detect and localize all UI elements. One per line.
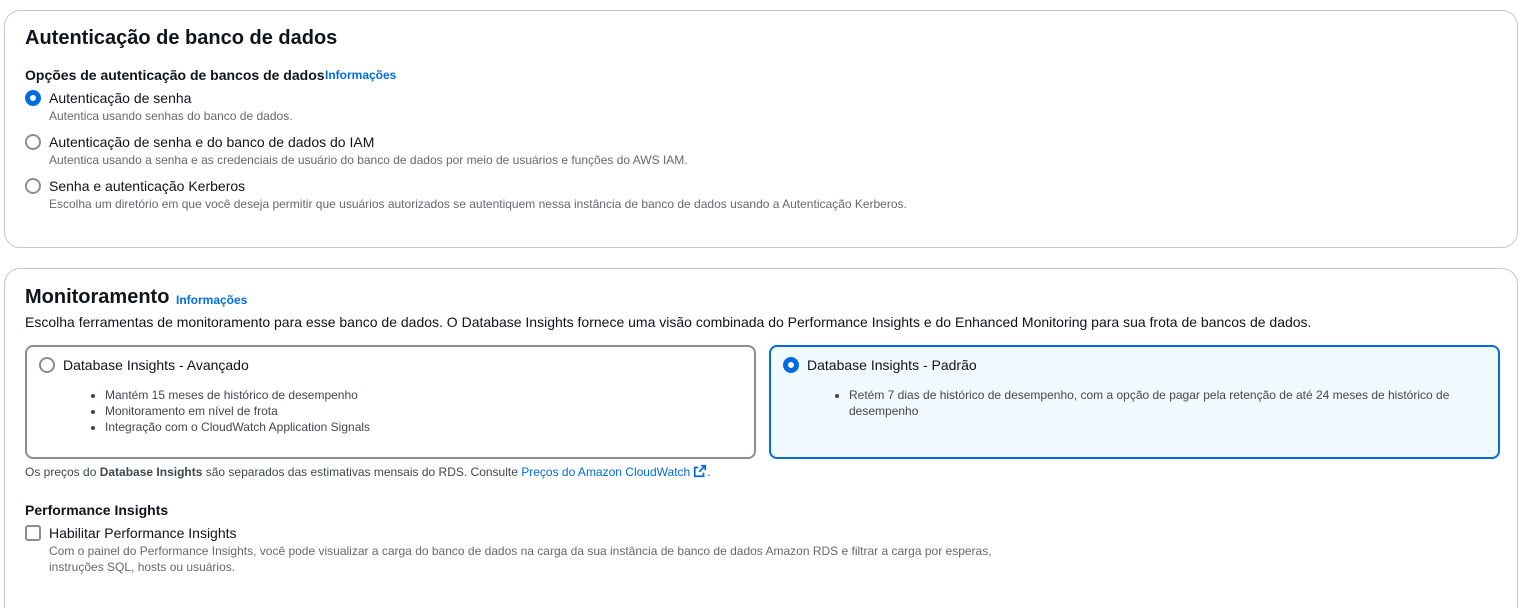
option-label-kerberos-auth[interactable]: Senha e autenticação Kerberos bbox=[49, 178, 245, 194]
performance-insights-desc-line2: instruções SQL, hosts ou usuários. bbox=[49, 560, 236, 574]
monitoring-description: Escolha ferramentas de monitoramento par… bbox=[25, 314, 1312, 330]
tile-label-standard: Database Insights - Padrão bbox=[807, 357, 977, 373]
pricing-note-middle: são separados das estimativas mensais do… bbox=[202, 465, 522, 479]
option-desc-password-auth: Autentica usando senhas do banco de dado… bbox=[49, 109, 293, 123]
monitoring-panel: Monitoramento Informações Escolha ferram… bbox=[4, 268, 1518, 608]
radio-password-auth[interactable] bbox=[25, 90, 41, 106]
tile-bullets-standard: Retém 7 dias de histórico de desempenho,… bbox=[833, 387, 1489, 419]
pricing-note-suffix: . bbox=[707, 465, 711, 479]
performance-insights-heading: Performance Insights bbox=[25, 502, 169, 518]
monitoring-info-link[interactable]: Informações bbox=[176, 293, 247, 307]
radio-database-insights-standard[interactable] bbox=[783, 357, 799, 373]
pricing-note-prefix: Os preços do bbox=[25, 465, 100, 479]
auth-info-link[interactable]: Informações bbox=[325, 68, 396, 82]
cloudwatch-pricing-link-text[interactable]: Preços do Amazon CloudWatch bbox=[521, 465, 690, 479]
radio-password-iam-auth[interactable] bbox=[25, 134, 41, 150]
tile-label-advanced: Database Insights - Avançado bbox=[63, 357, 249, 373]
list-item: Retém 7 dias de histórico de desempenho,… bbox=[849, 387, 1489, 419]
option-desc-kerberos-auth: Escolha um diretório em que você deseja … bbox=[49, 197, 907, 211]
pricing-note: Os preços do Database Insights são separ… bbox=[25, 464, 711, 479]
database-authentication-panel: Autenticação de banco de dados Opções de… bbox=[4, 10, 1518, 248]
auth-section-title: Autenticação de banco de dados bbox=[25, 27, 338, 49]
option-label-password-iam-auth[interactable]: Autenticação de senha e do banco de dado… bbox=[49, 134, 374, 150]
tile-database-insights-advanced[interactable]: Database Insights - Avançado Mantém 15 m… bbox=[25, 345, 756, 459]
list-item: Mantém 15 meses de histórico de desempen… bbox=[105, 387, 370, 403]
auth-options-label: Opções de autenticação de bancos de dado… bbox=[25, 67, 325, 83]
option-desc-password-iam-auth: Autentica usando a senha e as credenciai… bbox=[49, 153, 688, 167]
cloudwatch-pricing-link[interactable]: Preços do Amazon CloudWatch bbox=[521, 464, 707, 479]
external-link-icon[interactable] bbox=[693, 464, 707, 478]
option-label-password-auth[interactable]: Autenticação de senha bbox=[49, 90, 191, 106]
enable-performance-insights-checkbox[interactable] bbox=[25, 525, 41, 541]
enable-performance-insights-label[interactable]: Habilitar Performance Insights bbox=[49, 525, 237, 541]
radio-database-insights-advanced[interactable] bbox=[39, 357, 55, 373]
radio-kerberos-auth[interactable] bbox=[25, 178, 41, 194]
tile-database-insights-standard[interactable]: Database Insights - Padrão Retém 7 dias … bbox=[769, 345, 1500, 459]
performance-insights-desc-line1: Com o painel do Performance Insights, vo… bbox=[49, 544, 992, 558]
list-item: Monitoramento em nível de frota bbox=[105, 403, 370, 419]
tile-bullets-advanced: Mantém 15 meses de histórico de desempen… bbox=[89, 387, 370, 435]
pricing-note-bold: Database Insights bbox=[99, 465, 203, 479]
monitoring-section-title: Monitoramento bbox=[25, 286, 170, 308]
list-item: Integração com o CloudWatch Application … bbox=[105, 419, 370, 435]
